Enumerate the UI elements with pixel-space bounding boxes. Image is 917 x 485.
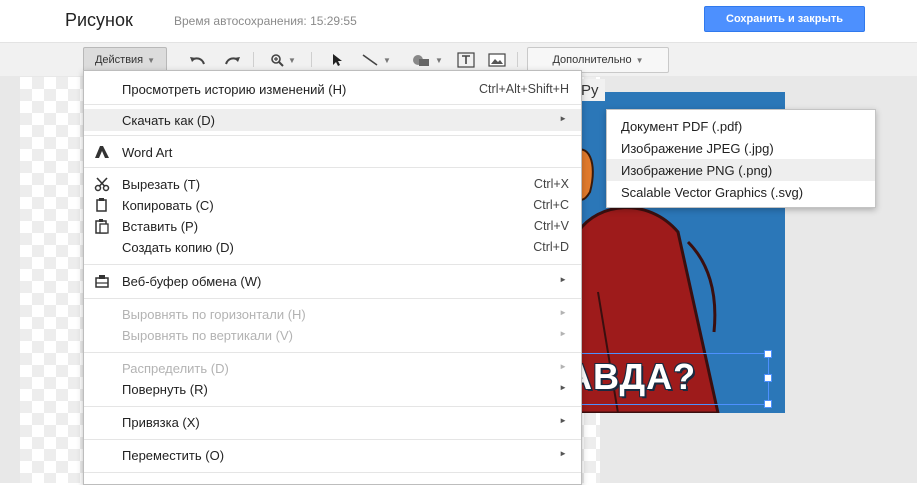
menu-item-label: Создать копию (D) xyxy=(122,240,234,255)
menu-item-duplicate[interactable]: Создать копию (D) Ctrl+D xyxy=(84,236,581,258)
submenu-item-jpeg[interactable]: Изображение JPEG (.jpg) xyxy=(607,137,875,159)
chevron-down-icon: ▼ xyxy=(288,55,296,65)
menu-item-order[interactable]: Переместить (O) ► xyxy=(84,444,581,466)
resize-handle[interactable] xyxy=(764,374,772,382)
menu-item-label: Word Art xyxy=(122,145,173,160)
submenu-item-png[interactable]: Изображение PNG (.png) xyxy=(607,159,875,181)
menu-item-label: Просмотреть историю изменений (H) xyxy=(122,82,347,97)
menu-item-label: Копировать (C) xyxy=(122,198,214,213)
menu-item-label: Выровнять по горизонтали (H) xyxy=(122,307,306,322)
menu-item-label: Повернуть (R) xyxy=(122,382,208,397)
menu-divider xyxy=(84,406,581,407)
submenu-item-svg[interactable]: Scalable Vector Graphics (.svg) xyxy=(607,181,875,203)
menu-item-web-clipboard[interactable]: Веб-буфер обмена (W) ► xyxy=(84,270,581,292)
menu-item-cut[interactable]: Вырезать (T) Ctrl+X xyxy=(84,173,581,195)
submenu-arrow-icon: ► xyxy=(559,114,567,123)
shortcut-label: Ctrl+C xyxy=(533,198,569,212)
submenu-arrow-icon: ► xyxy=(559,383,567,392)
submenu-item-label: Изображение PNG (.png) xyxy=(621,163,773,178)
menu-item-label: Вставить (P) xyxy=(122,219,199,234)
submenu-arrow-icon: ► xyxy=(559,308,567,317)
menu-item-word-art[interactable]: Word Art xyxy=(84,141,581,163)
submenu-item-pdf[interactable]: Документ PDF (.pdf) xyxy=(607,115,875,137)
menu-divider xyxy=(84,439,581,440)
clipboard-icon xyxy=(94,273,110,289)
menu-item-align-horizontal[interactable]: Выровнять по горизонтали (H) ► xyxy=(84,303,581,325)
app-title: Рисунок xyxy=(65,10,133,30)
submenu-item-label: Изображение JPEG (.jpg) xyxy=(621,141,774,156)
menu-divider xyxy=(84,135,581,136)
menu-item-revision-history[interactable]: Просмотреть историю изменений (H) Ctrl+A… xyxy=(84,78,581,100)
toolbar-divider xyxy=(311,52,312,67)
menu-divider xyxy=(84,298,581,299)
scissors-icon xyxy=(94,176,110,192)
menu-item-label: Переместить (O) xyxy=(122,448,225,463)
menu-item-copy[interactable]: Копировать (C) Ctrl+C xyxy=(84,194,581,216)
resize-handle[interactable] xyxy=(764,400,772,408)
submenu-item-label: Scalable Vector Graphics (.svg) xyxy=(621,185,804,200)
submenu-arrow-icon: ► xyxy=(559,329,567,338)
menu-item-label: Вырезать (T) xyxy=(122,177,201,192)
menu-item-label: Скачать как (D) xyxy=(122,113,215,128)
chevron-down-icon: ▼ xyxy=(383,55,391,65)
menu-item-label: Веб-буфер обмена (W) xyxy=(122,274,262,289)
actions-menu-label: Действия xyxy=(94,54,144,66)
menu-item-rotate[interactable]: Повернуть (R) ► xyxy=(84,378,581,400)
menu-item-snap-to[interactable]: Привязка (X) ► xyxy=(84,411,581,433)
submenu-arrow-icon: ► xyxy=(559,275,567,284)
menu-divider xyxy=(84,167,581,168)
submenu-arrow-icon: ► xyxy=(559,362,567,371)
toolbar-divider xyxy=(517,52,518,67)
chevron-down-icon: ▼ xyxy=(147,55,156,65)
submenu-item-label: Документ PDF (.pdf) xyxy=(621,119,743,134)
resize-handle[interactable] xyxy=(764,350,772,358)
menu-item-label: Распределить (D) xyxy=(122,361,229,376)
shortcut-label: Ctrl+V xyxy=(533,219,569,233)
menu-divider xyxy=(84,352,581,353)
autosave-status: Время автосохранения: 15:29:55 xyxy=(174,14,357,28)
menu-item-distribute[interactable]: Распределить (D) ► xyxy=(84,357,581,379)
toolbar-divider xyxy=(253,52,254,67)
more-menu-label: Дополнительно xyxy=(552,54,632,66)
submenu-arrow-icon: ► xyxy=(559,416,567,425)
menu-divider xyxy=(84,104,581,105)
actions-menu: Просмотреть историю изменений (H) Ctrl+A… xyxy=(83,70,582,485)
shortcut-label: Ctrl+Alt+Shift+H xyxy=(479,82,569,96)
menu-item-paste[interactable]: Вставить (P) Ctrl+V xyxy=(84,215,581,237)
selection-box[interactable] xyxy=(567,350,772,408)
menu-divider xyxy=(84,264,581,265)
menu-divider xyxy=(84,472,581,473)
paste-icon xyxy=(94,218,110,234)
save-and-close-button[interactable]: Сохранить и закрыть xyxy=(704,6,865,32)
copy-icon xyxy=(94,197,110,213)
submenu-arrow-icon: ► xyxy=(559,449,567,458)
chevron-down-icon: ▼ xyxy=(635,55,644,65)
menu-item-label: Привязка (X) xyxy=(122,415,200,430)
menu-item-align-vertical[interactable]: Выровнять по вертикали (V) ► xyxy=(84,324,581,346)
menu-item-download-as[interactable]: Скачать как (D) ► xyxy=(84,109,581,131)
shortcut-label: Ctrl+X xyxy=(533,177,569,191)
word-art-icon xyxy=(94,144,110,160)
chevron-down-icon: ▼ xyxy=(435,55,443,65)
shortcut-label: Ctrl+D xyxy=(533,240,569,254)
menu-item-label: Выровнять по вертикали (V) xyxy=(122,328,293,343)
download-as-submenu: Документ PDF (.pdf) Изображение JPEG (.j… xyxy=(606,109,876,208)
